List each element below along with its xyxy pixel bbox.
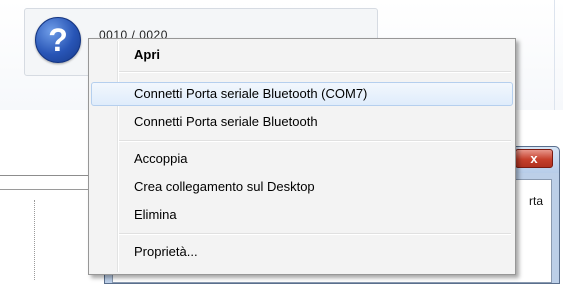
menu-item-label: Connetti Porta seriale Bluetooth (COM7) xyxy=(134,86,368,101)
menu-separator xyxy=(119,140,511,142)
close-button[interactable]: x xyxy=(515,149,553,168)
menu-item-label: Crea collegamento sul Desktop xyxy=(134,179,315,194)
menu-item-connect-serial[interactable]: Connetti Porta seriale Bluetooth xyxy=(91,110,513,134)
menu-item-connect-com7[interactable]: Connetti Porta seriale Bluetooth (COM7) xyxy=(91,82,513,106)
pane-divider xyxy=(0,189,100,190)
panel-divider xyxy=(554,0,555,110)
question-mark-icon: ? xyxy=(35,17,81,63)
menu-separator xyxy=(119,233,511,235)
dialog-text: rta xyxy=(528,194,543,208)
context-menu: Apri Connetti Porta seriale Bluetooth (C… xyxy=(88,38,516,275)
menu-item-label: Accoppia xyxy=(134,151,188,166)
menu-item-label: Proprietà... xyxy=(134,244,198,259)
background-pane xyxy=(0,175,100,280)
menu-item-open[interactable]: Apri xyxy=(91,43,513,67)
menu-item-pair[interactable]: Accoppia xyxy=(91,147,513,171)
menu-item-label: Elimina xyxy=(134,207,177,222)
menu-item-properties[interactable]: Proprietà... xyxy=(91,240,513,264)
menu-item-delete[interactable]: Elimina xyxy=(91,203,513,227)
menu-separator xyxy=(119,71,511,73)
menu-item-label: Apri xyxy=(134,47,160,62)
menu-item-label: Connetti Porta seriale Bluetooth xyxy=(134,114,318,129)
menu-item-create-shortcut[interactable]: Crea collegamento sul Desktop xyxy=(91,175,513,199)
tree-guide-line xyxy=(34,200,35,280)
